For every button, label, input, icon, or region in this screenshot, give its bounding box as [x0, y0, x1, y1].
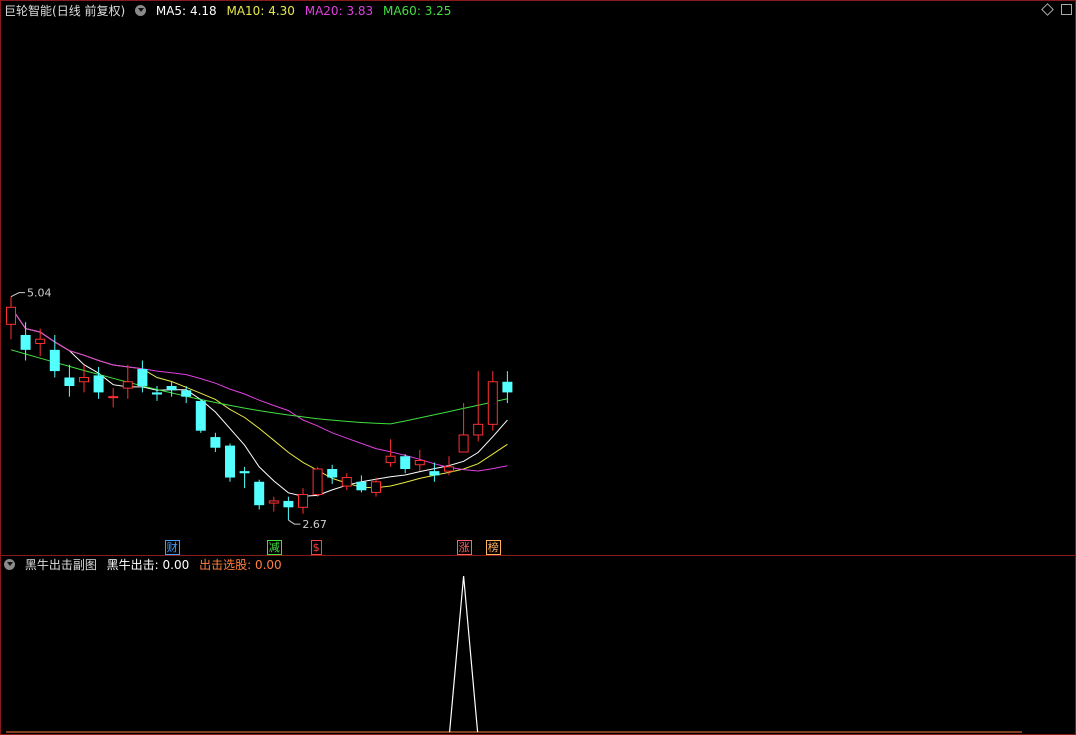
candle-body — [327, 469, 338, 478]
candle-body — [239, 471, 250, 474]
event-badge[interactable]: 财 — [164, 540, 180, 555]
sub-indicator-lines — [449, 575, 479, 733]
candle-body — [356, 481, 367, 491]
candle-body — [312, 468, 323, 496]
candle-body — [225, 445, 235, 478]
candle-body — [341, 477, 352, 487]
candle-body — [20, 334, 31, 350]
ind2-value: 0.00 — [254, 558, 282, 572]
adjust-mode: (日线 前复权) — [52, 4, 126, 18]
chart-annotations: 5.04 2.67 — [10, 287, 327, 531]
ma20-label: MA20: — [304, 4, 343, 18]
ma5-legend: MA5: 4.18 — [156, 4, 217, 18]
candles[interactable] — [6, 296, 513, 521]
ind1-label: 黑牛出击: — [106, 558, 159, 572]
candle-body — [35, 338, 46, 344]
ma20-legend: MA20: 3.83 — [305, 4, 373, 18]
ma5-value: 4.18 — [189, 4, 217, 18]
ma60-label: MA60: — [382, 4, 421, 18]
outer-border — [0, 0, 1076, 735]
candle-body — [283, 500, 294, 508]
ma10-label: MA10: — [226, 4, 265, 18]
candle-body — [487, 381, 498, 425]
event-badge[interactable]: $ — [310, 540, 322, 555]
chart-frame: 5.04 2.67 — [0, 0, 1076, 735]
square-icon[interactable] — [1061, 4, 1072, 15]
candle-body — [444, 466, 454, 472]
candle-body — [298, 494, 308, 508]
candle-body — [79, 377, 89, 383]
event-badge[interactable]: 涨 — [456, 540, 472, 555]
ind1-value: 0.00 — [162, 558, 190, 572]
candle-body — [400, 456, 411, 470]
candle-body — [429, 471, 440, 476]
stock-name[interactable]: 巨轮智能(日线 前复权) — [4, 4, 129, 18]
candle-body — [371, 481, 381, 493]
candle-body — [458, 434, 469, 453]
ma10-value: 4.30 — [268, 4, 295, 18]
ma10-line — [10, 307, 508, 489]
candle-body — [254, 481, 265, 506]
sub-legend: 黑牛出击副图 黑牛出击: 0.00 出击选股: 0.00 — [4, 557, 288, 573]
ma60-value: 3.25 — [424, 4, 452, 18]
event-badge[interactable]: 榜 — [485, 540, 501, 555]
candle-body — [414, 459, 425, 466]
ind2-label: 出击选股: — [199, 558, 252, 572]
panel-grid — [0, 0, 1076, 735]
candle-body — [6, 306, 16, 325]
ma5-line — [10, 307, 508, 497]
candle-body — [152, 392, 162, 395]
candle-body — [49, 349, 60, 372]
candle-body — [473, 423, 484, 436]
sub-toggle-icon[interactable] — [4, 559, 15, 570]
candle-body — [181, 390, 192, 397]
candle-body — [93, 375, 104, 393]
event-badge[interactable]: 减 — [266, 540, 282, 555]
high-leader — [10, 292, 25, 298]
ind1-legend: 黑牛出击: 0.00 — [107, 558, 190, 572]
ma60-legend: MA60: 3.25 — [383, 4, 451, 18]
main-legend: 巨轮智能(日线 前复权) MA5: 4.18 MA10: 4.30 MA20: … — [4, 3, 457, 19]
ma60-line — [10, 349, 508, 425]
candle-body — [137, 368, 148, 387]
candle-body — [268, 500, 279, 504]
moving-average-lines — [10, 307, 508, 497]
stock-title: 巨轮智能 — [4, 4, 53, 18]
candle-body — [385, 455, 396, 464]
candle-body — [195, 400, 206, 431]
candle-body — [210, 437, 221, 448]
candle-body — [122, 381, 133, 389]
sub-title[interactable]: 黑牛出击副图 — [25, 558, 97, 572]
candle-body — [502, 381, 513, 393]
candle-body — [108, 396, 119, 399]
ma10-legend: MA10: 4.30 — [226, 4, 294, 18]
high-price-label: 5.04 — [27, 287, 52, 300]
ma20-line — [10, 307, 508, 472]
low-leader — [288, 519, 301, 525]
ma5-label: MA5: — [155, 4, 187, 18]
legend-toggle-icon[interactable] — [135, 5, 147, 16]
ma20-value: 3.83 — [346, 4, 374, 18]
candle-body — [64, 377, 75, 387]
candle-body — [166, 386, 177, 391]
ind2-legend: 出击选股: 0.00 — [199, 558, 282, 572]
low-price-label: 2.67 — [302, 518, 327, 531]
ind1-spike — [449, 575, 479, 733]
